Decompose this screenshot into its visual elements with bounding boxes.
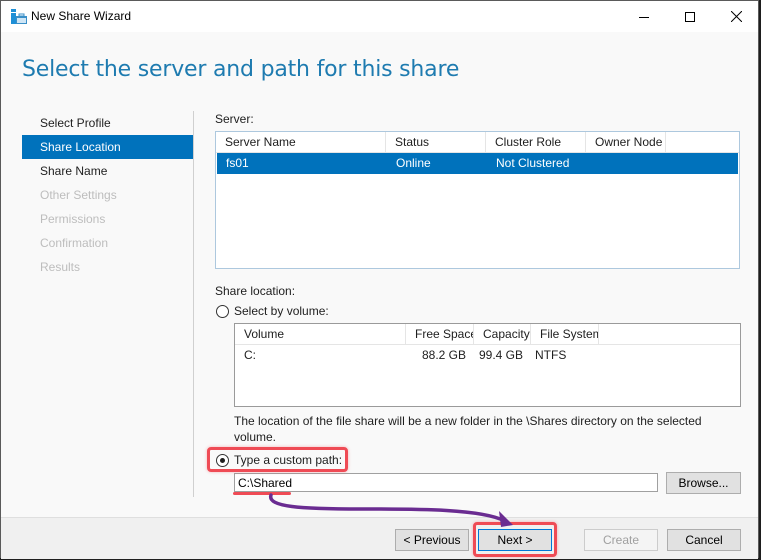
cell-free-space: 88.2 GB: [421, 348, 466, 362]
column-header-file-system[interactable]: File System: [531, 324, 599, 344]
nav-item-share-name[interactable]: Share Name: [22, 159, 193, 183]
column-header-volume[interactable]: Volume: [235, 324, 406, 344]
cell-owner-node: [587, 153, 667, 174]
select-by-volume-radio[interactable]: [216, 305, 229, 318]
nav-item-select-profile[interactable]: Select Profile: [22, 111, 193, 135]
new-share-wizard-window: New Share Wizard Select the server and p…: [0, 0, 759, 559]
volume-note: The location of the file share will be a…: [234, 414, 702, 444]
share-location-label: Share location:: [215, 284, 296, 298]
custom-path-input[interactable]: [234, 473, 658, 492]
cell-volume: C:: [244, 348, 256, 362]
nav-item-other-settings: Other Settings: [40, 188, 117, 202]
select-by-volume-label[interactable]: Select by volume:: [234, 304, 329, 318]
close-button[interactable]: [713, 1, 759, 32]
column-header-capacity[interactable]: Capacity: [474, 324, 531, 344]
volume-table: Volume Free Space Capacity File System C…: [234, 323, 741, 407]
cell-server-name: fs01: [226, 156, 249, 170]
server-label: Server:: [215, 112, 254, 126]
create-button: Create: [584, 529, 658, 551]
column-header-server-name[interactable]: Server Name: [216, 132, 386, 152]
custom-path-highlight: [207, 447, 348, 472]
nav-divider: [193, 111, 194, 497]
column-header-free-space[interactable]: Free Space: [406, 324, 474, 344]
title-bar: New Share Wizard: [1, 1, 758, 32]
wizard-steps-nav: Select Profile Share Location Share Name…: [22, 111, 193, 279]
cell-capacity: 99.4 GB: [478, 348, 523, 362]
column-header-status[interactable]: Status: [386, 132, 486, 152]
minimize-icon: [639, 16, 649, 18]
nav-item-confirmation: Confirmation: [40, 236, 109, 250]
cell-cluster-role: Not Clustered: [496, 156, 570, 170]
maximize-button[interactable]: [667, 1, 713, 32]
share-wizard-app-icon: [11, 9, 27, 24]
window-title: New Share Wizard: [31, 9, 132, 23]
column-header-owner-node[interactable]: Owner Node: [586, 132, 666, 152]
previous-button[interactable]: < Previous: [395, 529, 469, 551]
page-heading: Select the server and path for this shar…: [22, 57, 460, 82]
server-row[interactable]: fs01 Online Not Clustered: [217, 153, 738, 174]
server-table-header: Server Name Status Cluster Role Owner No…: [216, 132, 739, 153]
nav-item-results: Results: [40, 260, 81, 274]
volume-row[interactable]: C: 88.2 GB 99.4 GB NTFS: [235, 345, 740, 366]
browse-button[interactable]: Browse...: [666, 472, 741, 494]
maximize-icon: [685, 11, 695, 22]
path-underline-annotation: [233, 492, 291, 495]
cancel-button[interactable]: Cancel: [667, 529, 741, 551]
cell-status: Online: [396, 156, 431, 170]
next-button-highlight: [473, 522, 557, 557]
column-header-cluster-role[interactable]: Cluster Role: [486, 132, 586, 152]
server-table: Server Name Status Cluster Role Owner No…: [215, 131, 740, 269]
nav-item-permissions: Permissions: [40, 212, 106, 226]
minimize-button[interactable]: [621, 1, 667, 32]
close-icon: [730, 11, 742, 22]
nav-item-share-location[interactable]: Share Location: [22, 135, 193, 159]
cell-file-system: NTFS: [535, 348, 567, 362]
volume-table-header: Volume Free Space Capacity File System: [235, 324, 740, 345]
